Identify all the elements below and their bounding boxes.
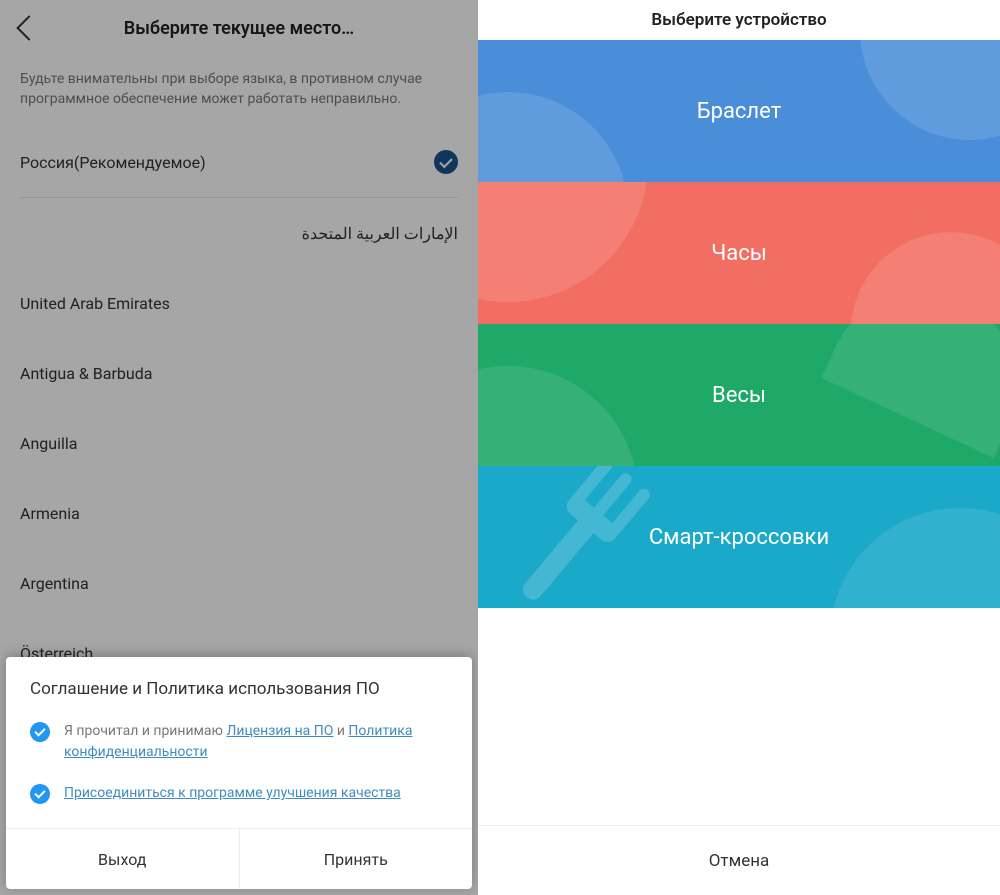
dialog-title: Соглашение и Политика использования ПО [6, 657, 472, 715]
accept-button[interactable]: Принять [239, 829, 473, 889]
screen-device: Выберите устройство Браслет Часы Весы Смарт… [478, 0, 1000, 895]
device-card-green[interactable]: Весы [478, 324, 1000, 466]
agreement-text: Присоединиться к программе улучшения кач… [64, 783, 401, 804]
device-card-teal[interactable]: Смарт-кроссовки [478, 466, 1000, 608]
improvement-link[interactable]: Присоединиться к программе улучшения кач… [64, 785, 401, 801]
agreement-row-license[interactable]: Я прочитал и принимаю Лицензия на ПО и П… [6, 715, 472, 777]
device-card-red[interactable]: Часы [478, 182, 1000, 324]
cancel-button[interactable]: Отмена [478, 825, 1000, 895]
fork-icon [481, 466, 676, 608]
screen-location: Выберите текущее место… Будьте вниматель… [0, 0, 478, 895]
license-link[interactable]: Лицензия на ПО [226, 723, 333, 739]
check-icon[interactable] [30, 784, 50, 804]
device-card-blue[interactable]: Браслет [478, 40, 1000, 182]
device-label: Часы [711, 241, 767, 266]
check-icon[interactable] [30, 722, 50, 742]
exit-button[interactable]: Выход [6, 829, 239, 889]
page-title: Выберите устройство [478, 0, 1000, 40]
agreement-row-improvement[interactable]: Присоединиться к программе улучшения кач… [6, 777, 472, 818]
text-mid: и [333, 723, 348, 739]
agreement-dialog: Соглашение и Политика использования ПО Я… [6, 657, 472, 889]
device-label: Смарт-кроссовки [649, 525, 829, 550]
dialog-buttons: Выход Принять [6, 829, 472, 889]
agreement-text: Я прочитал и принимаю Лицензия на ПО и П… [64, 721, 448, 763]
device-list: Браслет Часы Весы Смарт-кроссовки [478, 40, 1000, 608]
device-label: Весы [712, 383, 766, 408]
text-prefix: Я прочитал и принимаю [64, 723, 226, 739]
device-label: Браслет [697, 99, 782, 124]
